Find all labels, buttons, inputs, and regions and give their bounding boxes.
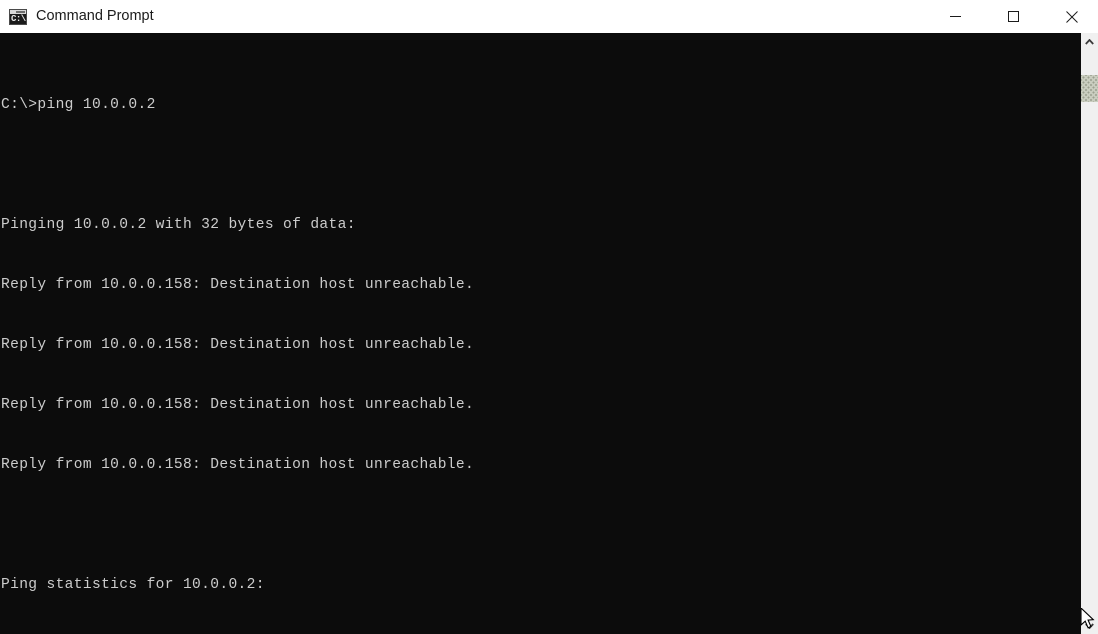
- chevron-up-icon: [1085, 38, 1094, 45]
- command-prompt-window: C:\ Command Prompt C:\>ping 10.0.0.2 Pin…: [0, 0, 1098, 634]
- minimize-icon: [949, 16, 961, 17]
- terminal-line: Ping statistics for 10.0.0.2:: [1, 577, 265, 593]
- close-button[interactable]: [1049, 0, 1095, 33]
- chevron-down-icon: [1085, 622, 1094, 629]
- terminal-line: Reply from 10.0.0.158: Destination host …: [1, 277, 475, 293]
- scroll-up-arrow[interactable]: [1081, 33, 1098, 50]
- terminal-line: Reply from 10.0.0.158: Destination host …: [1, 457, 475, 473]
- window-title: Command Prompt: [36, 8, 154, 24]
- title-bar[interactable]: C:\ Command Prompt: [0, 0, 1098, 33]
- terminal-line: Pinging 10.0.0.2 with 32 bytes of data:: [1, 217, 356, 233]
- terminal-line: C:\>ping 10.0.0.2: [1, 97, 156, 113]
- maximize-button[interactable]: [990, 0, 1036, 33]
- cmd-icon: C:\: [9, 8, 27, 25]
- window-controls: [932, 0, 1098, 33]
- close-icon: [1066, 10, 1078, 23]
- scrollbar-track[interactable]: [1081, 50, 1098, 617]
- vertical-scrollbar[interactable]: [1081, 33, 1098, 634]
- terminal-line: Reply from 10.0.0.158: Destination host …: [1, 337, 475, 353]
- maximize-icon: [1007, 11, 1019, 22]
- terminal-text: C:\>ping 10.0.0.2 Pinging 10.0.0.2 with …: [0, 33, 510, 634]
- minimize-button[interactable]: [932, 0, 978, 33]
- scrollbar-thumb[interactable]: [1081, 75, 1098, 102]
- scroll-down-arrow[interactable]: [1081, 617, 1098, 634]
- cmd-icon-prompt-glyph: C:\: [11, 13, 26, 24]
- terminal-line: Reply from 10.0.0.158: Destination host …: [1, 397, 475, 413]
- terminal-output-area[interactable]: C:\>ping 10.0.0.2 Pinging 10.0.0.2 with …: [0, 33, 1081, 634]
- title-bar-left: C:\ Command Prompt: [0, 0, 932, 33]
